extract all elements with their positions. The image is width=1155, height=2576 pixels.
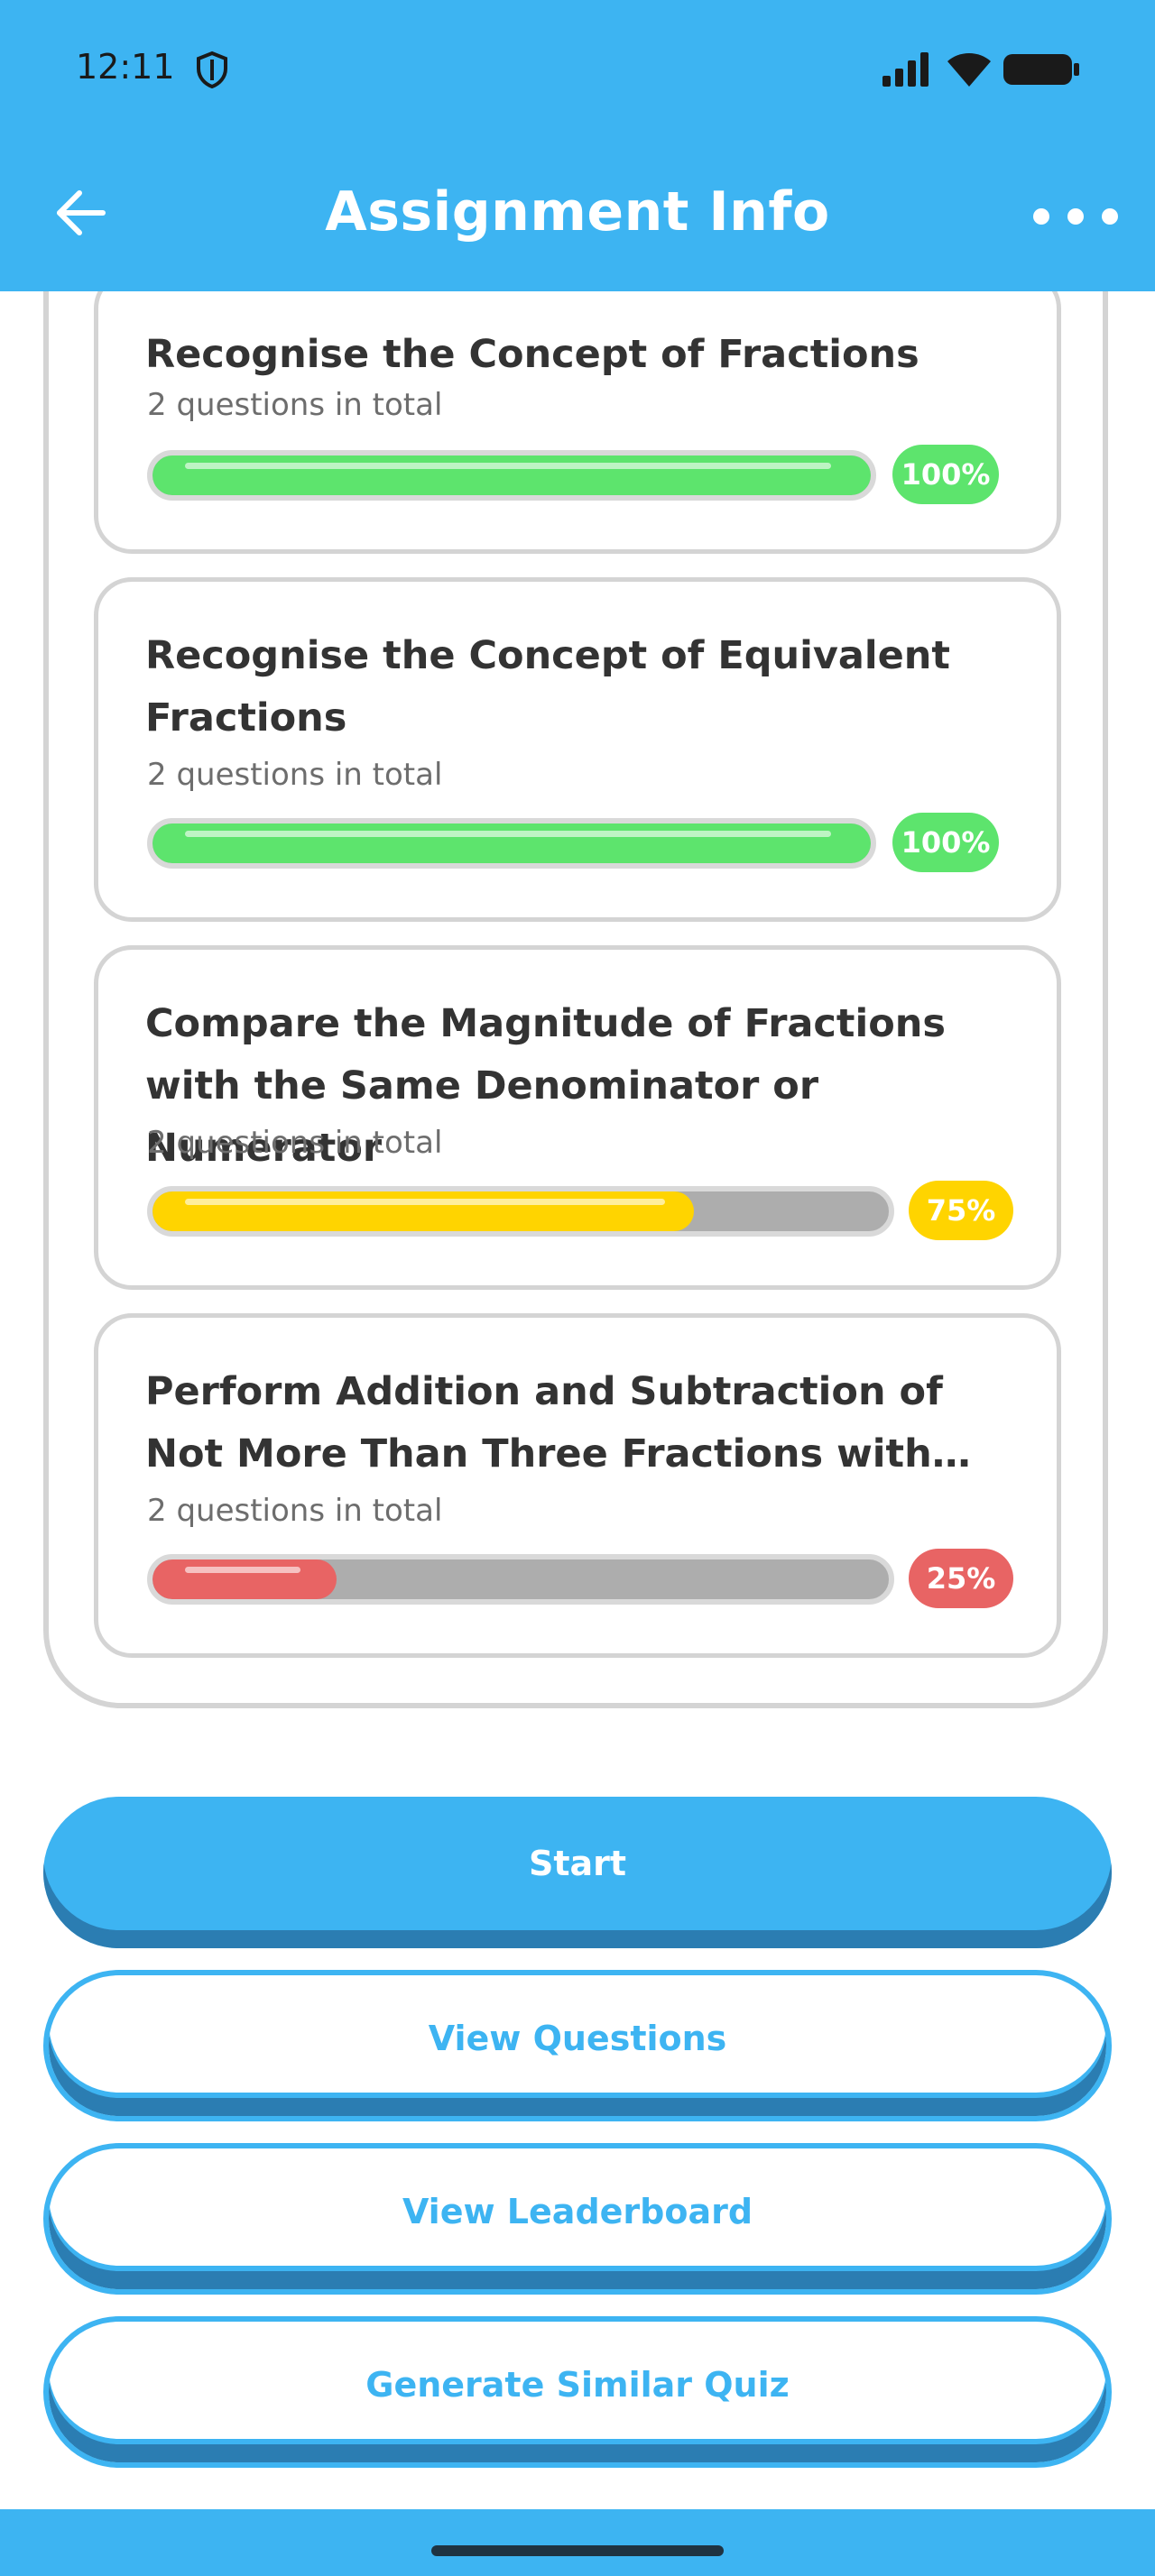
wifi-icon	[947, 53, 991, 87]
topic-question-count: 2 questions in total	[147, 1493, 443, 1529]
page-title: Assignment Info	[325, 180, 830, 244]
progress-fill	[152, 455, 871, 495]
view-leaderboard-button[interactable]: View Leaderboard	[43, 2143, 1112, 2295]
progress-percent-badge: 100%	[892, 813, 999, 872]
topic-progress-bar	[147, 450, 876, 501]
topic-title: Recognise the Concept of Fractions	[145, 332, 919, 377]
signal-icon	[882, 52, 929, 87]
topic-card[interactable]: Recognise the Concept of Equivalent Frac…	[94, 577, 1061, 922]
topic-progress-bar	[147, 1554, 894, 1605]
status-time: 12:11	[76, 47, 175, 87]
topic-card[interactable]: Perform Addition and Subtraction of Not …	[94, 1313, 1061, 1658]
app-header: 12:11 Assignment Info	[0, 0, 1155, 291]
topic-title: Perform Addition and Subtraction of Not …	[145, 1369, 943, 1477]
view-questions-button[interactable]: View Questions	[43, 1970, 1112, 2121]
home-indicator[interactable]	[431, 2545, 724, 2556]
progress-fill	[152, 823, 871, 863]
topic-card[interactable]: Recognise the Concept of Fractions 2 que…	[94, 271, 1061, 554]
battery-icon	[1003, 54, 1079, 85]
topic-progress-bar	[147, 818, 876, 869]
more-options-icon[interactable]	[1030, 198, 1150, 235]
topic-title: Recognise the Concept of Equivalent Frac…	[145, 633, 950, 741]
shield-icon	[197, 51, 227, 88]
bottom-bar	[0, 2509, 1155, 2576]
progress-percent-badge: 25%	[909, 1549, 1013, 1608]
progress-fill	[152, 1559, 337, 1599]
topic-question-count: 2 questions in total	[147, 1125, 443, 1161]
generate-similar-quiz-button[interactable]: Generate Similar Quiz	[43, 2316, 1112, 2468]
progress-percent-badge: 75%	[909, 1181, 1013, 1240]
topic-card[interactable]: Compare the Magnitude of Fractions with …	[94, 945, 1061, 1290]
start-button[interactable]: Start	[43, 1797, 1112, 1948]
topic-question-count: 2 questions in total	[147, 387, 443, 423]
topic-question-count: 2 questions in total	[147, 757, 443, 793]
progress-fill	[152, 1191, 694, 1231]
topic-progress-bar	[147, 1186, 894, 1237]
progress-percent-badge: 100%	[892, 445, 999, 504]
